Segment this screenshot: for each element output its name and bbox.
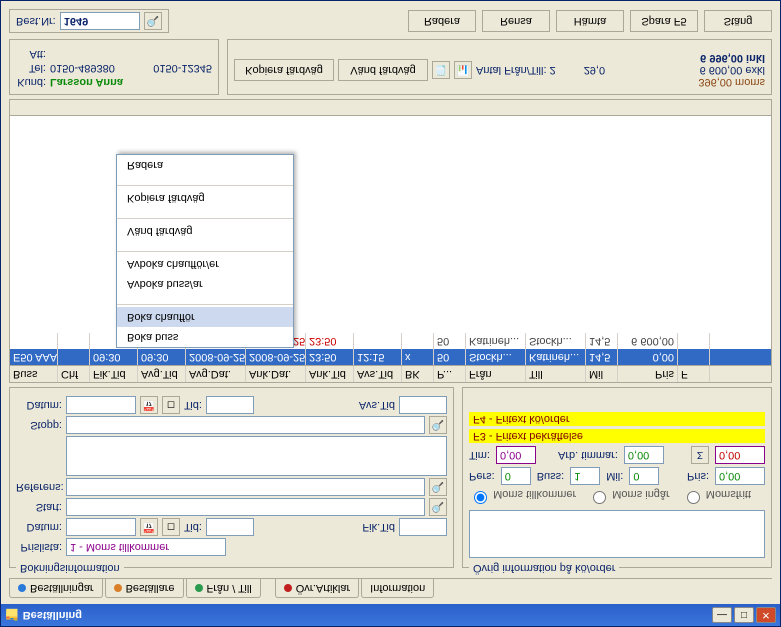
- ctx-kopiera-fardvag[interactable]: Kopiera färdväg: [117, 188, 293, 208]
- maximize-button[interactable]: □: [734, 607, 754, 623]
- mil-sum: 29,0: [584, 64, 605, 76]
- ctx-vand-fardvag[interactable]: Vänd färdväg: [117, 221, 293, 241]
- ctx-boka-chauffor[interactable]: Boka chaufför: [117, 307, 293, 327]
- prislista-label: Prislista:: [16, 541, 62, 553]
- arb-input[interactable]: [624, 446, 664, 464]
- moms-value: 396,00 moms: [698, 76, 765, 88]
- datum-input[interactable]: [66, 518, 136, 536]
- grid-header: BussChfFik.TidAvg.TidAvg.Dat.Ank.Dat.Ank…: [10, 365, 771, 382]
- bestnr-label: Best.Nr:: [16, 15, 56, 27]
- moms-radios: Moms tillkommer Moms ingår Momsfritt: [469, 488, 765, 507]
- clear-icon[interactable]: ◻: [162, 518, 180, 536]
- vand-fardvag-button[interactable]: Vänd färdväg: [338, 59, 428, 81]
- inkl-value: 6 996,00 inkl: [698, 52, 765, 64]
- stopp-search-icon[interactable]: 🔍: [429, 416, 447, 434]
- fiktid-label: Fik.Tid: [362, 521, 395, 533]
- sum-icon[interactable]: Σ: [691, 446, 709, 464]
- tim-input[interactable]: [496, 446, 536, 464]
- tab-information[interactable]: Information: [361, 579, 434, 598]
- right-val-input: [715, 446, 765, 464]
- tim-label: Tim:: [469, 449, 490, 461]
- tab-bestallare[interactable]: Beställare: [105, 579, 184, 598]
- notes-textarea[interactable]: [66, 436, 447, 476]
- prislista-input[interactable]: [66, 538, 226, 556]
- tid2-label: Tid:: [184, 399, 202, 411]
- start-input[interactable]: [66, 498, 425, 516]
- titlebar: 🗂️ Beställning — □ ✕: [1, 604, 780, 626]
- stopp-input[interactable]: [66, 416, 425, 434]
- grid-scrollbar[interactable]: [10, 100, 771, 116]
- radio-ingar[interactable]: [593, 491, 606, 504]
- mil-label: Mil:: [606, 470, 623, 482]
- route-grid[interactable]: BussChfFik.TidAvg.TidAvg.Dat.Ank.Dat.Ank…: [9, 99, 772, 383]
- kopiera-fardvag-button[interactable]: Kopiera färdväg: [234, 59, 334, 81]
- rensa-button[interactable]: Rensa: [482, 10, 550, 32]
- tid2-input[interactable]: [206, 396, 254, 414]
- start-search-icon[interactable]: 🔍: [429, 498, 447, 516]
- referens-label: Referens:: [16, 481, 62, 493]
- avstid-input[interactable]: [399, 396, 447, 414]
- spara-button[interactable]: Spara F5: [630, 10, 698, 32]
- close-button[interactable]: ✕: [756, 607, 776, 623]
- att-label: Att:: [16, 48, 46, 60]
- pers-label: Pers:: [469, 470, 495, 482]
- start-label: Start:: [16, 501, 62, 513]
- kund-value: Larsson Anna: [50, 76, 123, 88]
- fiktid-input[interactable]: [399, 518, 447, 536]
- referens-input[interactable]: [66, 478, 425, 496]
- bestnr-input[interactable]: [60, 12, 140, 30]
- tid-label: Tid:: [184, 521, 202, 533]
- tel-value: 0150-489380: [50, 62, 115, 74]
- stopp-label: Stopp:: [16, 419, 62, 431]
- tool2-icon[interactable]: 📊: [454, 61, 472, 79]
- radio-tillkommer[interactable]: [474, 491, 487, 504]
- bestnr-search-icon[interactable]: 🔍: [144, 12, 162, 30]
- ctx-radera[interactable]: Radera: [117, 155, 293, 175]
- tab-ovr-artiklar[interactable]: Övr.Artiklar: [275, 579, 359, 598]
- radera-button[interactable]: Radera: [408, 10, 476, 32]
- booking-legend: Bokningsinformation: [16, 562, 124, 574]
- pris-input[interactable]: [715, 467, 765, 485]
- kund-label: Kund:: [16, 76, 46, 88]
- ctx-avboka-chauffor[interactable]: Avboka chaufför/er: [117, 254, 293, 274]
- buss-label: Buss:: [537, 470, 565, 482]
- highlight-f4[interactable]: F4 - Fritext kö/order: [469, 412, 765, 426]
- ctx-avboka-buss[interactable]: Avboka buss/ar: [117, 274, 293, 294]
- datum2-input[interactable]: [66, 396, 136, 414]
- tab-bestallningar[interactable]: Beställningar: [9, 579, 103, 598]
- exkl-value: 6 600,00 exkl: [698, 64, 765, 76]
- referens-search-icon[interactable]: 🔍: [429, 478, 447, 496]
- other-textarea[interactable]: [469, 510, 765, 558]
- tel2-value: 0150-12345: [153, 62, 212, 74]
- tab-fran-till[interactable]: Från / Till: [186, 579, 261, 598]
- avstid-label: Avs.Tid: [359, 399, 395, 411]
- calendar2-icon[interactable]: 📅: [140, 396, 158, 414]
- context-menu: Boka buss Boka chaufför Avboka buss/ar A…: [116, 154, 294, 348]
- tid-input[interactable]: [206, 518, 254, 536]
- calendar-icon[interactable]: 📅: [140, 518, 158, 536]
- window-title: Beställning: [23, 609, 82, 621]
- stang-button[interactable]: Stäng: [704, 10, 772, 32]
- hamta-button[interactable]: Hämta: [556, 10, 624, 32]
- pers-input[interactable]: [501, 467, 531, 485]
- tool1-icon[interactable]: 🗒️: [432, 61, 450, 79]
- buss-input[interactable]: [570, 467, 600, 485]
- grid-row-selected[interactable]: E50 AAA09:3009:302008-09-252008-09-2523:…: [10, 349, 771, 365]
- highlight-f3[interactable]: F3 - Fritext bekräftelse: [469, 429, 765, 443]
- tel-label: Tel:: [16, 62, 46, 74]
- other-legend: Övrig information på kö/order: [469, 562, 619, 574]
- datum2-label: Datum:: [16, 399, 62, 411]
- ctx-boka-buss[interactable]: Boka buss: [117, 327, 293, 347]
- clear2-icon[interactable]: ◻: [162, 396, 180, 414]
- mil-input[interactable]: [629, 467, 659, 485]
- radio-momsfritt[interactable]: [687, 491, 700, 504]
- pris-label: Pris:: [687, 470, 709, 482]
- minimize-button[interactable]: —: [712, 607, 732, 623]
- app-icon: 🗂️: [5, 609, 19, 622]
- arb-label: Arb. timmar:: [558, 449, 618, 461]
- datum-label: Datum:: [16, 521, 62, 533]
- antal-label: Antal Från/Till: 2: [476, 64, 556, 76]
- tabbar: Beställningar Beställare Från / Till Övr…: [9, 578, 772, 598]
